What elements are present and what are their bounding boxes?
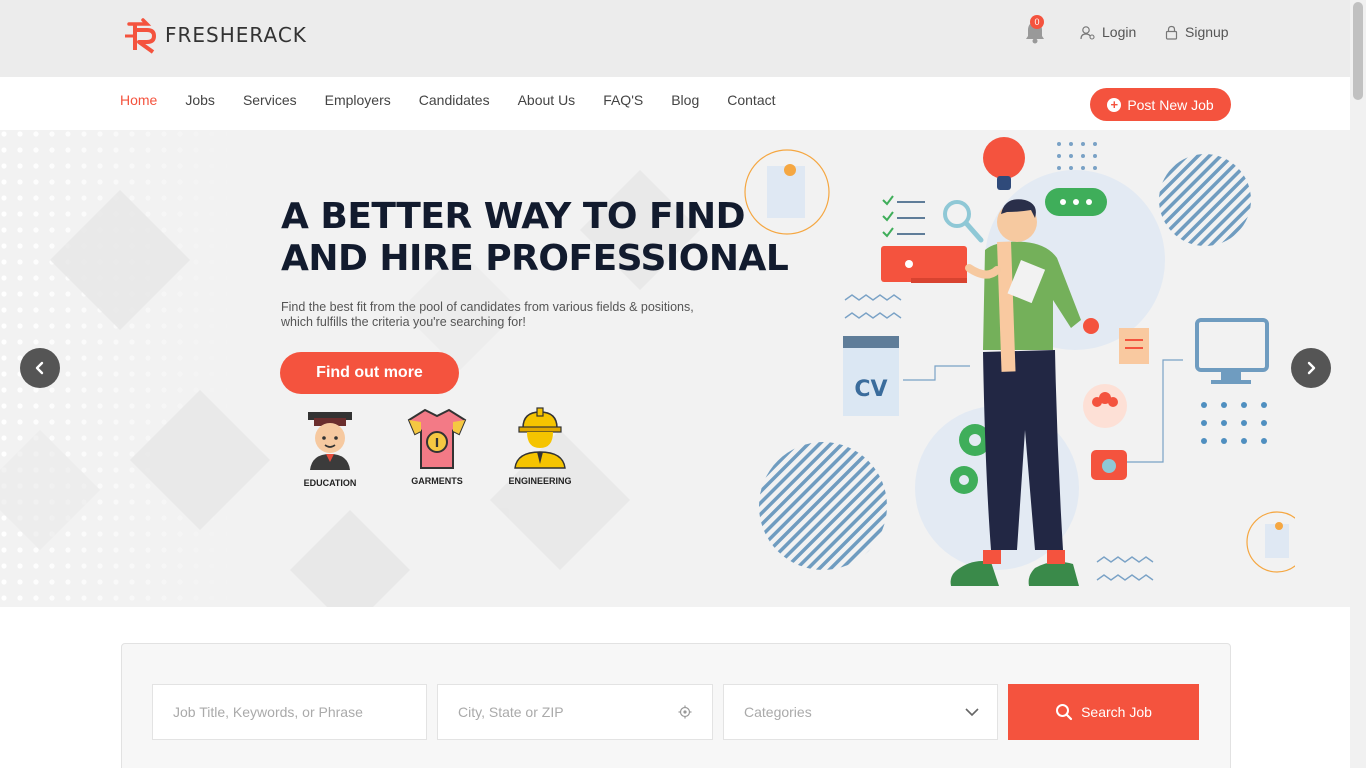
hero-title-line-2: AND HIRE PROFESSIONAL	[281, 238, 789, 279]
tshirt-icon: I	[407, 408, 467, 469]
chevron-left-icon	[35, 361, 44, 375]
categories-select[interactable]: Categories	[723, 684, 998, 740]
location-field[interactable]	[437, 684, 713, 740]
location-input[interactable]	[458, 704, 712, 720]
nav-item-candidates[interactable]: Candidates	[419, 92, 490, 108]
keyword-field[interactable]	[152, 684, 427, 740]
nav-item-contact[interactable]: Contact	[727, 92, 775, 108]
cv-card-text: CV	[854, 377, 887, 402]
logo[interactable]: FRESHERACK	[123, 16, 307, 54]
logo-mark-icon	[125, 18, 156, 54]
nav-item-jobs[interactable]: Jobs	[185, 92, 215, 108]
chevron-down-icon	[965, 708, 979, 717]
nav-item-about-us[interactable]: About Us	[518, 92, 576, 108]
locate-icon[interactable]	[678, 705, 692, 719]
signup-link[interactable]: Signup	[1165, 24, 1229, 40]
nav-item-home[interactable]: Home	[120, 92, 157, 108]
nav-item-blog[interactable]: Blog	[671, 92, 699, 108]
page-scrollbar[interactable]	[1350, 0, 1366, 768]
main-navigation: Home Jobs Services Employers Candidates …	[0, 77, 1350, 130]
plus-circle-icon: +	[1107, 97, 1122, 112]
nav-item-employers[interactable]: Employers	[325, 92, 391, 108]
category-education[interactable]: EDUCATION	[296, 408, 364, 488]
category-engineering[interactable]: ENGINEERING	[505, 406, 575, 486]
search-job-label: Search Job	[1081, 704, 1152, 720]
search-icon	[1056, 704, 1073, 721]
find-out-more-button[interactable]: Find out more	[280, 352, 459, 394]
login-label: Login	[1102, 24, 1137, 40]
notification-badge: 0	[1030, 15, 1044, 29]
hero-title-line-1: A BETTER WAY TO FIND	[281, 196, 746, 237]
chevron-right-icon	[1307, 361, 1316, 375]
scrollbar-thumb[interactable]	[1353, 2, 1363, 100]
category-education-label: EDUCATION	[303, 478, 357, 488]
nav-item-services[interactable]: Services	[243, 92, 297, 108]
job-search-panel: Categories Search Job	[121, 643, 1231, 768]
nav-menu: Home Jobs Services Employers Candidates …	[120, 92, 804, 108]
user-icon	[1080, 25, 1095, 40]
hero-title: A BETTER WAY TO FIND AND HIRE PROFESSION…	[281, 196, 801, 280]
logo-text: FRESHERACK	[165, 23, 307, 47]
hero-slider: A BETTER WAY TO FIND AND HIRE PROFESSION…	[0, 130, 1350, 607]
slider-next-button[interactable]	[1291, 348, 1331, 388]
nav-item-faqs[interactable]: FAQ'S	[603, 92, 643, 108]
svg-text:I: I	[435, 436, 439, 450]
keyword-input[interactable]	[173, 704, 426, 720]
hero-illustration: CV	[744, 137, 1295, 586]
signup-label: Signup	[1185, 24, 1229, 40]
graduate-icon	[308, 412, 352, 470]
lock-icon	[1165, 25, 1178, 40]
login-link[interactable]: Login	[1080, 24, 1136, 40]
category-garments[interactable]: I GARMENTS	[404, 408, 470, 486]
post-new-job-label: Post New Job	[1127, 96, 1214, 113]
hero-subtitle: Find the best fit from the pool of candi…	[281, 300, 694, 329]
slider-prev-button[interactable]	[20, 348, 60, 388]
category-engineering-label: ENGINEERING	[508, 476, 572, 486]
search-job-button[interactable]: Search Job	[1008, 684, 1199, 740]
category-garments-label: GARMENTS	[411, 476, 463, 486]
post-new-job-button[interactable]: + Post New Job	[1090, 88, 1231, 121]
engineer-helmet-icon	[514, 407, 566, 469]
top-bar: FRESHERACK 0 Login Signup	[0, 0, 1350, 77]
categories-select-value: Categories	[744, 704, 812, 720]
